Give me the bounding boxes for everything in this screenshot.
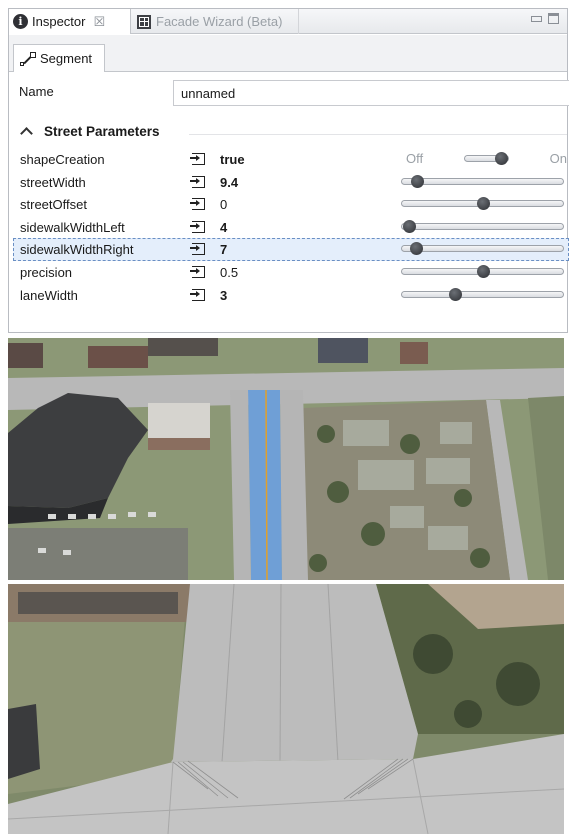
slider-thumb[interactable] (411, 174, 425, 188)
attribute-connect-icon[interactable] (190, 265, 205, 278)
tab-inspector-label: Inspector (32, 14, 86, 29)
slider-thumb[interactable] (448, 287, 462, 301)
inspector-panel: i Inspector ☒ Facade Wizard (Beta) Segme… (8, 8, 569, 333)
section-title: Street Parameters (44, 124, 160, 139)
name-label: Name (19, 84, 54, 99)
name-input[interactable] (173, 80, 569, 106)
param-row-shapeCreation[interactable]: shapeCreation true Off On (13, 148, 569, 171)
chevron-up-icon[interactable] (20, 127, 33, 140)
viewport-street-overview[interactable] (8, 338, 564, 580)
segment-icon (20, 51, 36, 66)
slider-thumb[interactable] (403, 219, 417, 233)
name-row: Name (13, 80, 569, 106)
attribute-connect-icon[interactable] (190, 198, 205, 211)
attribute-connect-icon[interactable] (190, 220, 205, 233)
tab-segment[interactable]: Segment (13, 44, 105, 72)
param-row-sidewalkWidthRight[interactable]: sidewalkWidthRight 7 (13, 238, 569, 261)
slider-thumb[interactable] (476, 197, 490, 211)
param-value[interactable]: 7 (218, 239, 388, 261)
slider-thumb[interactable] (409, 242, 423, 256)
toggle-thumb[interactable] (495, 152, 508, 165)
shape-creation-toggle[interactable]: Off On (396, 148, 569, 170)
param-slider[interactable] (396, 193, 569, 215)
param-name: shapeCreation (20, 152, 105, 167)
tab-facade-wizard[interactable]: Facade Wizard (Beta) (131, 9, 299, 34)
param-name: streetOffset (20, 197, 87, 213)
slider-thumb[interactable] (476, 264, 490, 278)
attribute-connect-icon[interactable] (190, 288, 205, 301)
slider-track[interactable] (401, 177, 564, 185)
param-row-sidewalkWidthLeft[interactable]: sidewalkWidthLeft 4 (13, 216, 569, 239)
maximize-icon[interactable] (548, 13, 559, 24)
param-value[interactable]: 9.4 (218, 171, 388, 193)
toggle-on-label: On (549, 151, 567, 166)
tab-facade-wizard-label: Facade Wizard (Beta) (156, 14, 283, 29)
param-name: sidewalkWidthRight (20, 242, 134, 258)
street-overview-render (8, 338, 564, 580)
param-slider[interactable] (396, 171, 569, 193)
param-row-laneWidth[interactable]: laneWidth 3 (13, 284, 569, 307)
info-icon: i (13, 14, 28, 29)
param-value[interactable]: 4 (218, 216, 388, 238)
param-row-precision[interactable]: precision 0.5 (13, 261, 569, 284)
attribute-connect-icon[interactable] (190, 243, 205, 256)
tab-segment-label: Segment (40, 51, 93, 66)
param-row-streetOffset[interactable]: streetOffset 0 (13, 193, 569, 216)
param-slider[interactable] (396, 284, 569, 306)
param-name: streetWidth (20, 174, 86, 190)
param-row-streetWidth[interactable]: streetWidth 9.4 (13, 171, 569, 194)
param-value[interactable]: 0 (218, 194, 388, 216)
param-value[interactable]: 3 (218, 284, 388, 306)
toggle-off-label: Off (406, 151, 424, 166)
street-parameters-section-header[interactable]: Street Parameters (19, 124, 160, 140)
close-icon[interactable]: ☒ (93, 14, 105, 30)
minimize-icon[interactable] (531, 16, 542, 22)
param-value[interactable]: true (218, 149, 388, 170)
parameter-list: shapeCreation true Off On streetWidth 9.4… (13, 148, 569, 306)
attribute-connect-icon[interactable] (190, 175, 205, 188)
tab-inspector[interactable]: i Inspector ☒ (9, 9, 131, 34)
view-tab-bar: i Inspector ☒ Facade Wizard (Beta) (9, 9, 567, 34)
param-slider[interactable] (396, 238, 569, 260)
view-window-controls (531, 13, 559, 24)
slider-track[interactable] (401, 222, 564, 230)
param-slider[interactable] (396, 216, 569, 238)
param-value[interactable]: 0.5 (218, 261, 388, 283)
facade-grid-icon (137, 14, 151, 29)
viewport-street-closeup[interactable] (8, 584, 564, 834)
slider-track[interactable] (401, 290, 564, 298)
attribute-connect-icon[interactable] (190, 153, 205, 165)
param-name: laneWidth (20, 287, 78, 303)
slider-track[interactable] (401, 245, 564, 253)
section-divider (189, 134, 567, 135)
param-name: precision (20, 264, 73, 280)
param-slider[interactable] (396, 261, 569, 283)
param-name: sidewalkWidthLeft (20, 219, 125, 235)
street-closeup-render (8, 584, 564, 834)
sub-tab-bar: Segment (9, 35, 567, 72)
